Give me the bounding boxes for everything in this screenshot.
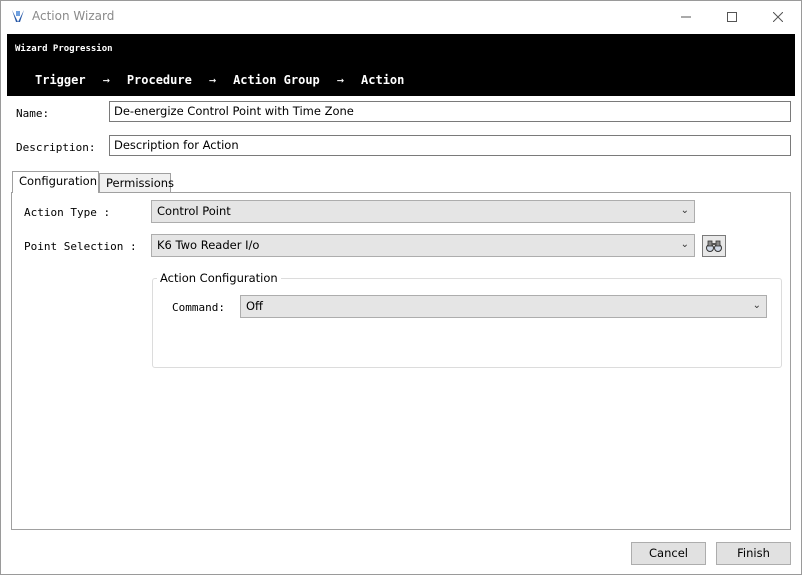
wizard-step-procedure[interactable]: Procedure xyxy=(127,73,192,87)
close-icon xyxy=(773,11,783,22)
name-label: Name: xyxy=(16,107,50,120)
wizard-heading: Wizard Progression xyxy=(15,44,113,54)
action-configuration-group xyxy=(152,278,782,368)
name-input[interactable]: De-energize Control Point with Time Zone xyxy=(109,101,791,122)
command-label: Command: xyxy=(172,301,225,314)
tab-permissions[interactable]: Permissions xyxy=(99,173,174,194)
minimize-icon xyxy=(681,16,691,17)
wizard-step-action-group[interactable]: Action Group xyxy=(233,73,320,87)
title-bar: Action Wizard xyxy=(1,1,801,32)
arrow-right-icon: → xyxy=(208,73,217,87)
command-value: Off xyxy=(246,299,263,313)
finish-button[interactable]: Finish xyxy=(716,542,791,565)
action-configuration-title: Action Configuration xyxy=(157,271,281,285)
window-title: Action Wizard xyxy=(32,9,115,23)
maximize-button[interactable] xyxy=(709,1,755,32)
point-selection-label: Point Selection : xyxy=(24,240,137,253)
chevron-down-icon: ⌄ xyxy=(680,239,689,250)
chevron-down-icon: ⌄ xyxy=(752,300,761,311)
maximize-icon xyxy=(727,11,737,22)
description-label: Description: xyxy=(16,141,96,154)
point-selection-value: K6 Two Reader I/o xyxy=(157,238,260,252)
point-selection-select[interactable]: K6 Two Reader I/o ⌄ xyxy=(151,234,695,257)
binoculars-icon xyxy=(706,240,722,252)
cancel-button[interactable]: Cancel xyxy=(631,542,706,565)
arrow-right-icon: → xyxy=(102,73,110,87)
wizard-step-trigger[interactable]: Trigger xyxy=(35,73,86,87)
minimize-button[interactable] xyxy=(663,1,709,32)
action-wizard-window: Action Wizard Wizard Progression Trigger… xyxy=(0,0,802,575)
chevron-down-icon: ⌄ xyxy=(680,205,689,216)
description-input[interactable]: Description for Action xyxy=(109,135,791,156)
action-type-value: Control Point xyxy=(157,204,231,218)
wizard-steps: Trigger → Procedure → Action Group → Action xyxy=(35,73,404,87)
wizard-progression-panel: Wizard Progression Trigger → Procedure → Act… xyxy=(7,34,795,96)
action-type-select[interactable]: Control Point ⌄ xyxy=(151,200,695,223)
arrow-right-icon: → xyxy=(336,73,345,87)
tab-configuration[interactable]: Configuration xyxy=(12,171,99,193)
wizard-step-action[interactable]: Action xyxy=(361,73,404,87)
action-type-label: Action Type : xyxy=(24,206,111,219)
command-select[interactable]: Off ⌄ xyxy=(240,295,767,318)
action-wizard-icon xyxy=(12,10,24,22)
close-button[interactable] xyxy=(755,1,801,32)
browse-points-button[interactable] xyxy=(702,235,726,257)
